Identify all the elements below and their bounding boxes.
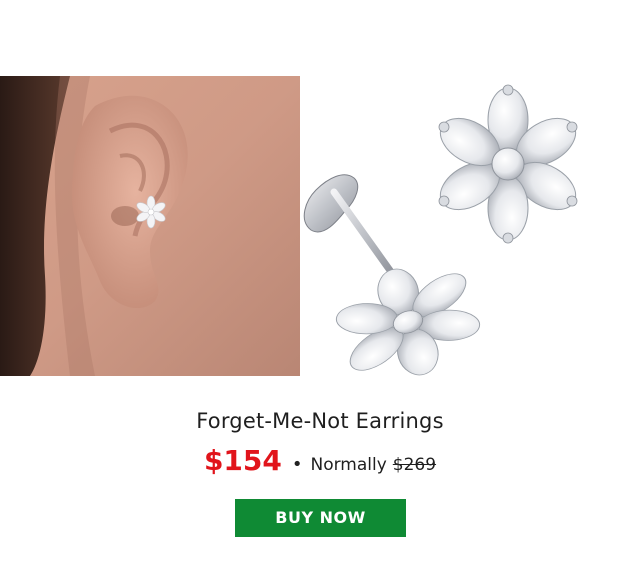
buy-now-button[interactable]: BUY NOW (235, 499, 406, 537)
flower-earring-front-icon (438, 84, 578, 244)
price-row: $154 • Normally $269 (0, 444, 640, 477)
flower-earring-side-icon (335, 268, 481, 376)
product-photo (276, 70, 616, 390)
normally-label: Normally (310, 455, 387, 475)
original-price: $269 (392, 455, 437, 475)
product-title: Forget-Me-Not Earrings (196, 409, 444, 433)
model-ear-photo (0, 76, 300, 376)
sale-price: $154 (203, 444, 282, 477)
price-separator: • (291, 454, 303, 475)
